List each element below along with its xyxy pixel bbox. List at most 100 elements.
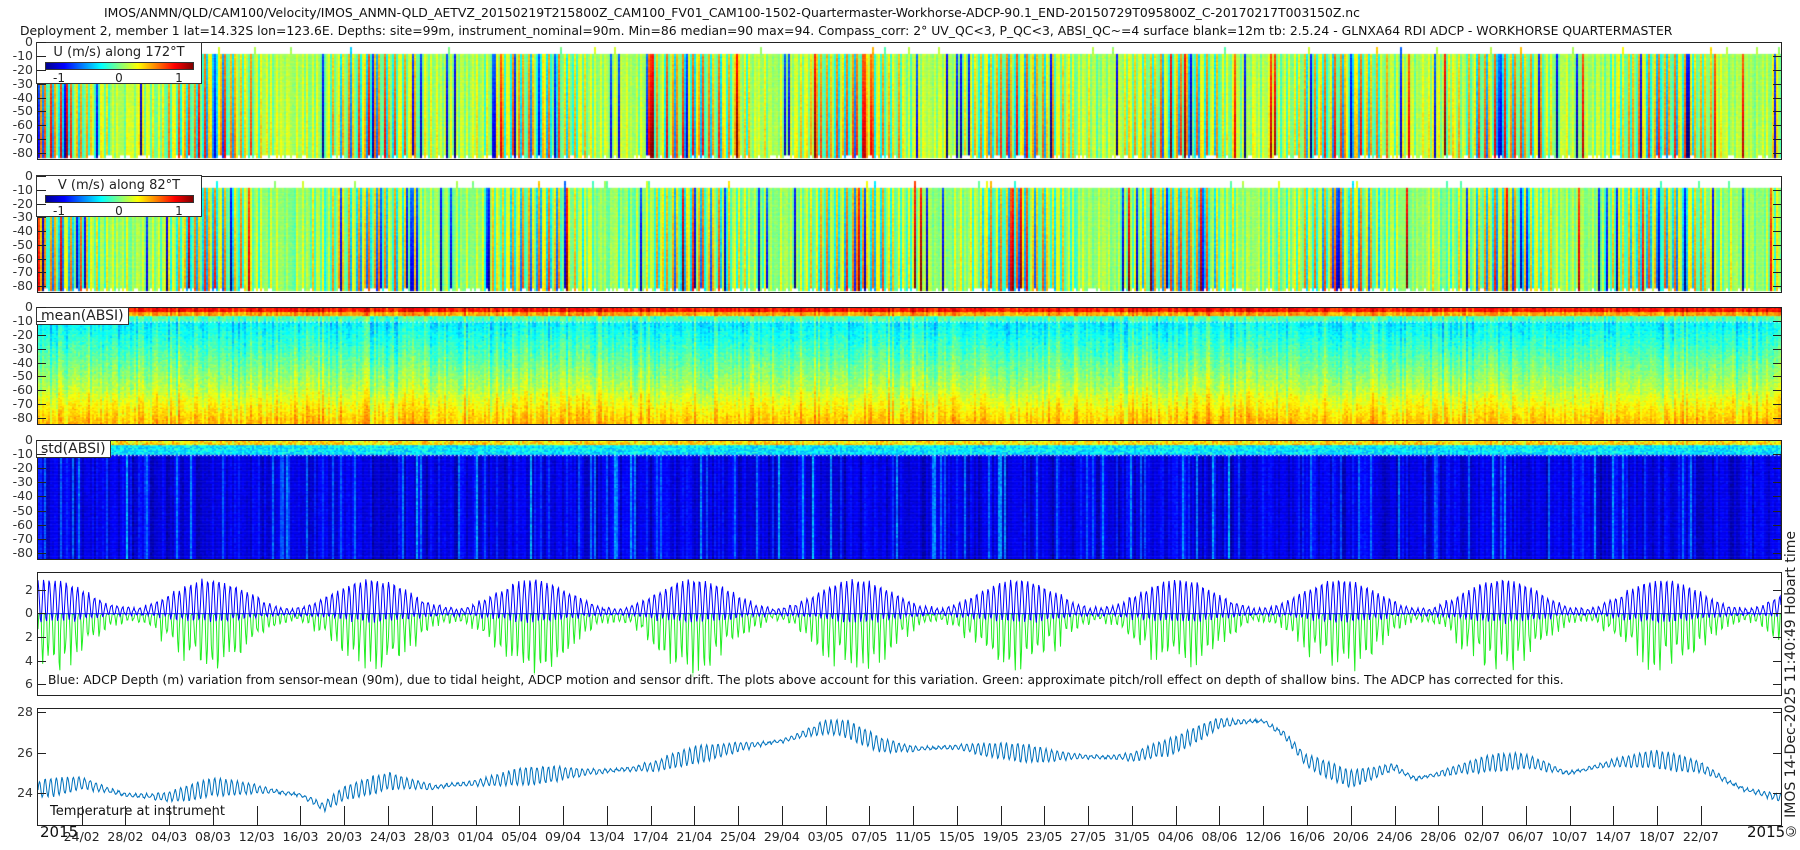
y-tick-label: 4 xyxy=(25,652,33,668)
y-tick-mark xyxy=(37,752,46,754)
x-tick-label: 20/03 xyxy=(326,829,363,844)
x-tick-label: 31/05 xyxy=(1113,829,1150,844)
x-tick-mark xyxy=(1350,806,1352,825)
x-tick-label: 16/06 xyxy=(1289,829,1326,844)
y-tick-mark xyxy=(1773,69,1782,71)
y-tick-label: 28 xyxy=(17,704,33,720)
y-tick-mark xyxy=(37,454,46,456)
y-tick-mark xyxy=(37,272,46,274)
y-tick-mark xyxy=(37,524,46,526)
y-tick-label: -20 xyxy=(12,61,33,77)
colorbar-tick: -1 xyxy=(53,71,65,85)
v-velocity-heatmap xyxy=(38,177,1781,292)
x-tick-mark xyxy=(1438,806,1440,825)
y-tick-mark xyxy=(1773,97,1782,99)
y-tick-mark xyxy=(37,153,46,155)
x-tick-label: 28/03 xyxy=(413,829,450,844)
x-tick-mark xyxy=(256,806,258,825)
x-tick-label: 12/06 xyxy=(1245,829,1282,844)
colorbar-tick: 0 xyxy=(115,71,123,85)
colorbar-tick: 1 xyxy=(175,71,183,85)
x-tick-label: 07/05 xyxy=(851,829,888,844)
y-tick-label: -60 xyxy=(12,382,33,398)
y-tick-mark xyxy=(1773,83,1782,85)
std-absi-heatmap xyxy=(38,441,1781,559)
y-tick-label: -70 xyxy=(12,264,33,280)
y-tick-mark xyxy=(37,139,46,141)
y-tick-mark xyxy=(37,189,46,191)
x-tick-mark xyxy=(1044,806,1046,825)
y-tick-mark xyxy=(37,307,46,308)
y-tick-mark xyxy=(1773,390,1782,392)
x-tick-mark xyxy=(1569,806,1571,825)
y-tick-mark xyxy=(1773,752,1782,754)
x-tick-mark xyxy=(694,806,696,825)
y-tick-mark xyxy=(37,510,46,512)
y-tick-mark xyxy=(37,660,46,662)
y-tick-mark xyxy=(37,55,46,57)
x-tick-label: 22/07 xyxy=(1682,829,1719,844)
y-tick-mark xyxy=(37,793,46,795)
y-tick-mark xyxy=(37,538,46,540)
temperature-label: Temperature at instrument xyxy=(50,804,225,819)
u-velocity-heatmap xyxy=(38,43,1781,159)
y-tick-mark xyxy=(1773,334,1782,336)
x-tick-label: 17/04 xyxy=(632,829,669,844)
y-tick-label: -50 xyxy=(12,502,33,518)
y-tick-label: -40 xyxy=(12,488,33,504)
v-colorbar-legend: V (m/s) along 82°T -1 0 1 xyxy=(36,175,202,218)
y-tick-label: -10 xyxy=(12,47,33,63)
y-tick-mark xyxy=(37,589,46,591)
x-tick-mark xyxy=(606,806,608,825)
copyright-timestamp: © IMOS 14-Dec-2025 11:40:49 Hobart time xyxy=(1783,530,1799,838)
y-tick-label: -70 xyxy=(12,396,33,412)
x-tick-mark xyxy=(1219,806,1221,825)
title-line-1: IMOS/ANMN/QLD/CAM100/Velocity/IMOS_ANMN-… xyxy=(104,5,1360,20)
x-tick-label: 14/07 xyxy=(1595,829,1632,844)
y-tick-mark xyxy=(1773,217,1782,219)
y-tick-mark xyxy=(1773,613,1782,615)
y-tick-mark xyxy=(1773,307,1782,308)
y-tick-label: -80 xyxy=(12,278,33,294)
y-tick-mark xyxy=(37,42,46,43)
x-tick-label: 02/07 xyxy=(1464,829,1501,844)
colorbar-tick: -1 xyxy=(53,204,65,218)
x-tick-mark xyxy=(169,806,171,825)
x-tick-mark xyxy=(650,806,652,825)
x-tick-mark xyxy=(1000,806,1002,825)
y-tick-mark xyxy=(37,552,46,554)
y-tick-mark xyxy=(1773,468,1782,470)
x-tick-label: 08/03 xyxy=(194,829,231,844)
y-tick-label: -20 xyxy=(12,195,33,211)
u-colorbar-legend: U (m/s) along 172°T -1 0 1 xyxy=(36,42,202,85)
y-tick-label: -30 xyxy=(12,75,33,91)
y-tick-label: -30 xyxy=(12,340,33,356)
x-tick-mark xyxy=(344,806,346,825)
mean-absi-heatmap xyxy=(38,308,1781,424)
y-tick-label: -30 xyxy=(12,474,33,490)
y-tick-label: -50 xyxy=(12,368,33,384)
x-tick-label: 11/05 xyxy=(895,829,932,844)
temperature-line xyxy=(38,716,1781,814)
x-tick-mark xyxy=(913,806,915,825)
y-tick-label: -10 xyxy=(12,446,33,462)
x-tick-label: 04/06 xyxy=(1157,829,1194,844)
y-tick-mark xyxy=(37,348,46,350)
y-tick-label: -30 xyxy=(12,209,33,225)
x-tick-label: 04/03 xyxy=(151,829,188,844)
y-tick-mark xyxy=(1773,660,1782,662)
x-tick-mark xyxy=(1657,806,1659,825)
y-tick-label: -80 xyxy=(12,544,33,560)
temperature-panel xyxy=(37,708,1782,826)
y-tick-label: 24 xyxy=(17,785,33,801)
x-tick-mark xyxy=(825,806,827,825)
y-tick-label: -20 xyxy=(12,460,33,476)
y-tick-mark xyxy=(1773,496,1782,498)
y-tick-mark xyxy=(37,258,46,260)
u-velocity-heatmap-panel xyxy=(37,42,1782,160)
y-tick-mark xyxy=(1773,139,1782,141)
v-legend-title: V (m/s) along 82°T xyxy=(57,178,181,193)
green-pitch-roll-line xyxy=(38,611,1781,678)
y-tick-label: -80 xyxy=(12,410,33,426)
y-tick-mark xyxy=(1773,111,1782,113)
